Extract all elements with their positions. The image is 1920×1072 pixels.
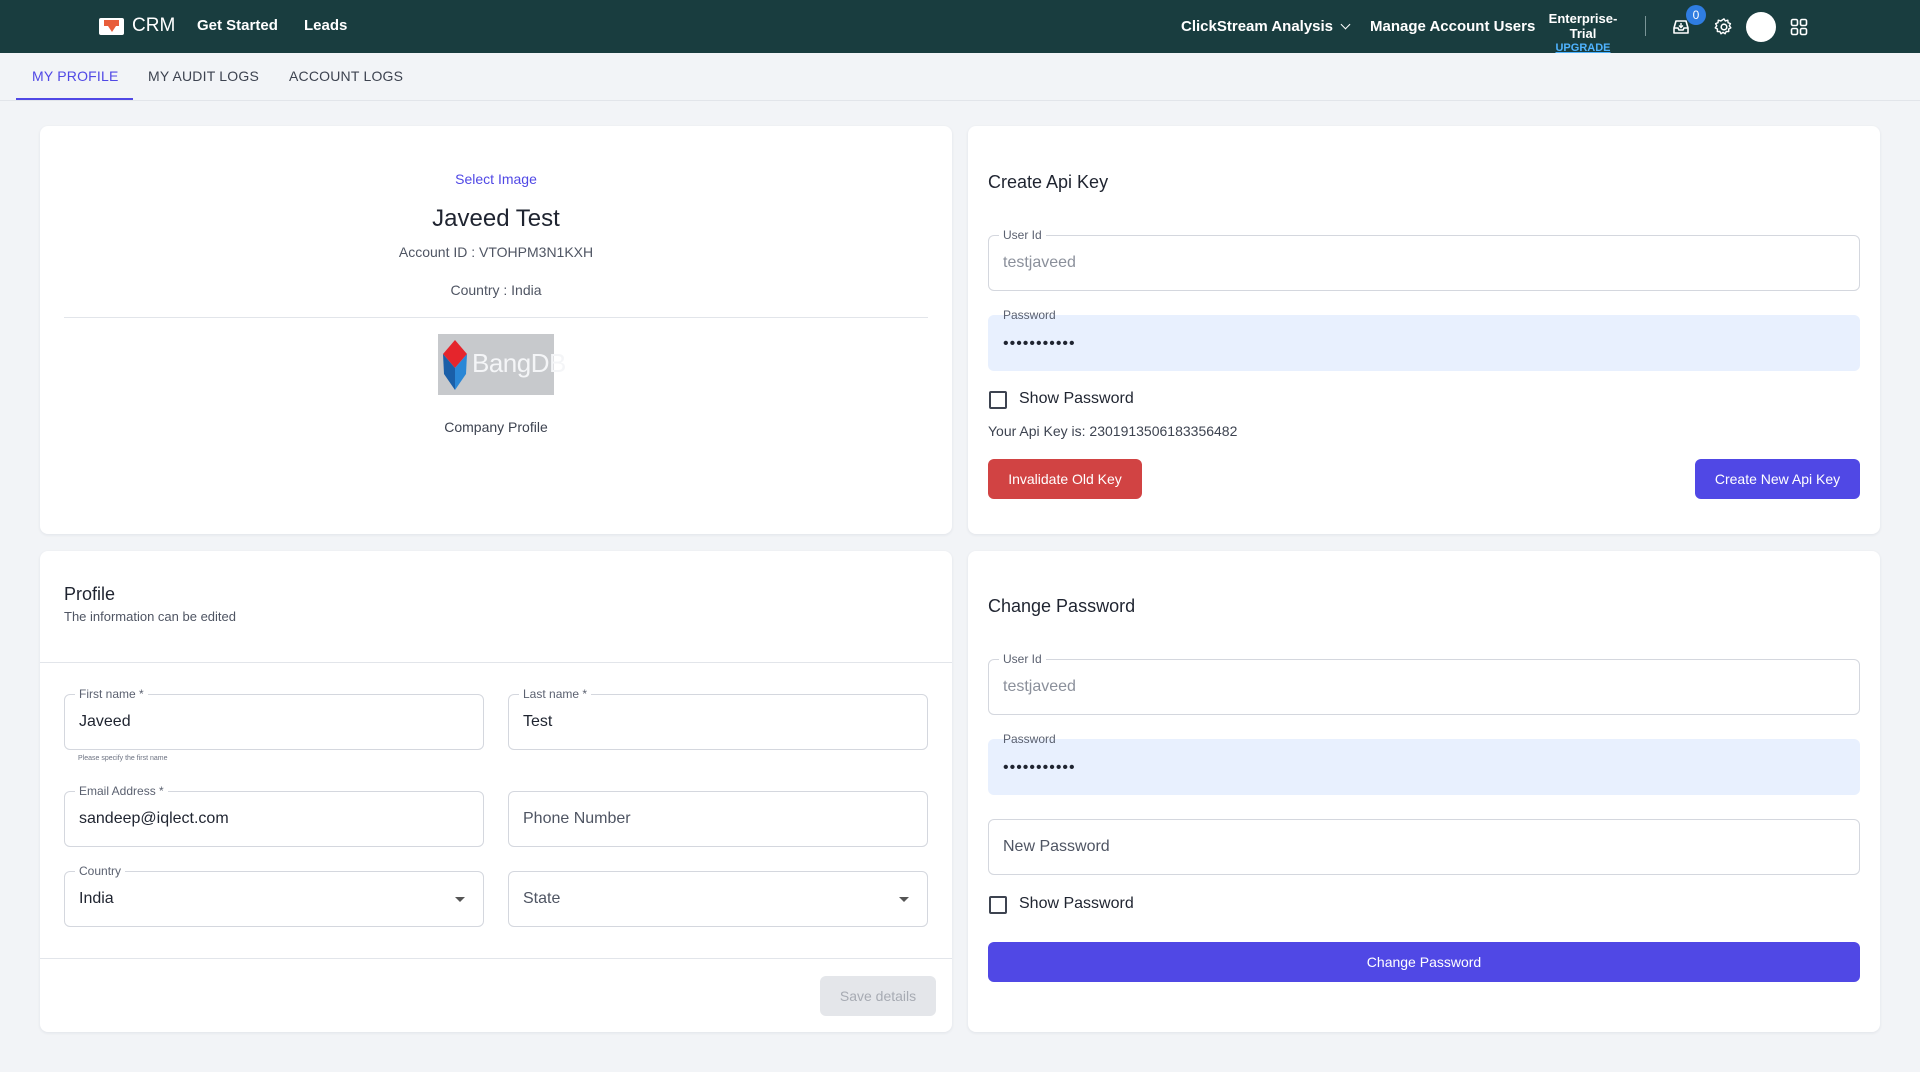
field-value: India <box>79 890 114 907</box>
field-placeholder: State <box>523 890 561 907</box>
app-selector-label: ClickStream Analysis <box>1181 18 1334 35</box>
gear-icon[interactable] <box>1714 17 1734 37</box>
field-label: First name * <box>75 687 148 701</box>
app-selector-dropdown[interactable]: ClickStream Analysis <box>1181 18 1351 35</box>
cp-password-field[interactable]: Password ••••••••••• <box>988 732 1860 795</box>
field-label: Country <box>75 864 126 878</box>
field-value: Test <box>523 713 553 730</box>
nav-get-started[interactable]: Get Started <box>197 17 278 34</box>
profile-name: Javeed Test <box>432 205 560 232</box>
new-password-field[interactable]: New Password <box>988 819 1860 875</box>
crm-logo-icon <box>99 17 124 35</box>
show-password-checkbox[interactable] <box>989 896 1007 914</box>
plan-info: Enterprise-Trial UPGRADE <box>1538 11 1628 54</box>
api-key-card: Create Api Key User Id testjaveed Passwo… <box>968 126 1880 534</box>
email-field[interactable]: Email Address * sandeep@iqlect.com <box>64 784 484 847</box>
profile-form-subtitle: The information can be edited <box>64 609 236 624</box>
field-value: ••••••••••• <box>1003 759 1076 776</box>
account-id: Account ID : VTOHPM3N1KXH <box>398 244 594 260</box>
manage-account-users-link[interactable]: Manage Account Users <box>1370 18 1535 35</box>
company-logo: BangDB <box>438 334 566 395</box>
brand[interactable]: CRM <box>99 15 175 37</box>
profile-summary-card: Select Image Javeed Test Account ID : VT… <box>40 126 952 534</box>
field-label: Email Address * <box>75 784 168 798</box>
notification-badge: 0 <box>1686 5 1706 25</box>
profile-country: Country : India <box>450 282 542 298</box>
dropdown-arrow-icon <box>455 897 465 902</box>
change-password-button[interactable]: Change Password <box>988 942 1860 982</box>
divider <box>64 317 928 318</box>
field-value: Javeed <box>79 713 131 730</box>
top-navbar: CRM Get Started Leads ClickStream Analys… <box>0 0 1920 54</box>
chevron-down-icon <box>1340 19 1351 30</box>
profile-form-title: Profile <box>64 584 116 604</box>
field-value: sandeep@iqlect.com <box>79 810 229 827</box>
phone-number-field[interactable]: Phone Number <box>508 791 928 847</box>
create-new-api-key-button[interactable]: Create New Api Key <box>1695 459 1860 499</box>
profile-form-card: Profile The information can be edited Fi… <box>40 551 952 1032</box>
field-value: ••••••••••• <box>1003 335 1076 352</box>
state-select[interactable]: State <box>508 871 928 927</box>
avatar[interactable] <box>1746 12 1776 42</box>
tab-account-logs[interactable]: ACCOUNT LOGS <box>289 68 403 84</box>
field-label: User Id <box>999 652 1046 666</box>
divider <box>40 662 952 663</box>
field-label: Password <box>1003 308 1056 322</box>
field-placeholder: New Password <box>1003 838 1110 855</box>
dropdown-arrow-icon <box>899 897 909 902</box>
select-image-link[interactable]: Select Image <box>40 171 952 187</box>
field-label: Last name * <box>519 687 592 701</box>
company-profile-caption: Company Profile <box>444 419 548 435</box>
show-password-checkbox[interactable] <box>989 391 1007 409</box>
save-details-button[interactable]: Save details <box>820 976 936 1016</box>
first-name-helper: Please specify the first name <box>78 755 168 762</box>
plan-name: Enterprise-Trial <box>1548 11 1618 41</box>
field-label: User Id <box>999 228 1046 242</box>
brand-name: CRM <box>132 15 176 36</box>
show-password-label: Show Password <box>1019 390 1134 407</box>
cp-user-id-field[interactable]: User Id testjaveed <box>988 652 1860 715</box>
apps-grid-icon[interactable] <box>1789 17 1809 37</box>
field-value: testjaveed <box>1003 254 1076 271</box>
company-logo-text: BangDB <box>472 348 566 378</box>
bangdb-logo-icon <box>443 340 467 390</box>
country-select[interactable]: Country India <box>64 864 484 927</box>
api-password-field[interactable]: Password ••••••••••• <box>988 308 1860 371</box>
tab-my-audit-logs[interactable]: MY AUDIT LOGS <box>148 68 259 84</box>
field-value: testjaveed <box>1003 678 1076 695</box>
nav-leads[interactable]: Leads <box>304 17 347 34</box>
field-placeholder: Phone Number <box>523 810 631 827</box>
api-user-id-field[interactable]: User Id testjaveed <box>988 228 1860 291</box>
api-key-text: Your Api Key is: 2301913506183356482 <box>988 423 1238 439</box>
first-name-field[interactable]: First name * Javeed <box>64 687 484 750</box>
field-label: Password <box>1003 732 1056 746</box>
divider <box>40 958 952 959</box>
change-password-card: Change Password User Id testjaveed Passw… <box>968 551 1880 1032</box>
change-password-title: Change Password <box>988 596 1136 616</box>
last-name-field[interactable]: Last name * Test <box>508 687 928 750</box>
tab-my-profile[interactable]: MY PROFILE <box>32 68 119 84</box>
active-tab-indicator <box>16 98 133 100</box>
profile-tabs: MY PROFILE MY AUDIT LOGS ACCOUNT LOGS <box>0 53 1920 101</box>
api-key-title: Create Api Key <box>988 172 1109 192</box>
show-password-label: Show Password <box>1019 895 1134 912</box>
divider <box>1645 16 1646 36</box>
invalidate-old-key-button[interactable]: Invalidate Old Key <box>988 459 1142 499</box>
